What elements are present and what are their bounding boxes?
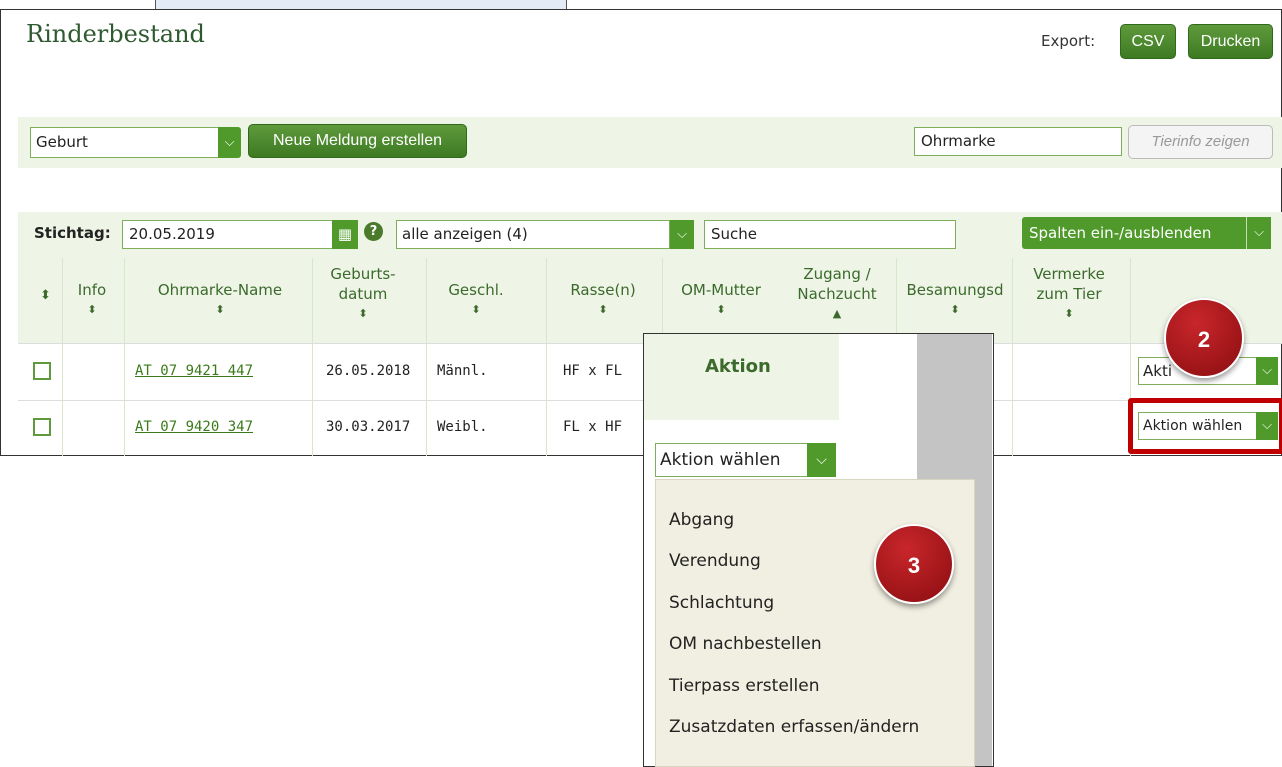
chevron-down-icon[interactable]: ⌵ [670, 220, 694, 249]
print-button[interactable]: Drucken [1188, 24, 1273, 59]
export-label: Export: [1041, 32, 1096, 50]
col-geschlecht[interactable]: Geschl. ⬍ [426, 280, 526, 320]
row-checkbox[interactable] [33, 362, 51, 380]
geburtsdatum-cell: 26.05.2018 [326, 363, 411, 379]
sort-icon[interactable]: ⬍ [666, 300, 776, 320]
col-vermerke[interactable]: Vermerke zum Tier ⬍ [1014, 264, 1124, 324]
col-divider [1012, 258, 1013, 456]
col-om-mutter[interactable]: OM-Mutter ⬍ [666, 280, 776, 320]
sort-icon[interactable]: ⬍ [312, 304, 414, 324]
col-label: Rasse(n) [570, 281, 636, 299]
sort-icon[interactable]: ⬍ [426, 300, 526, 320]
col-ohrmarke-name[interactable]: Ohrmarke-Name ⬍ [138, 280, 302, 320]
option-abgang[interactable]: Abgang [669, 510, 734, 530]
step-badge-3: 3 [874, 524, 954, 604]
stichtag-label: Stichtag: [34, 224, 111, 242]
new-report-button[interactable]: Neue Meldung erstellen [248, 124, 467, 158]
col-info[interactable]: Info ⬍ [72, 280, 112, 320]
ohrmarke-input[interactable]: Ohrmarke [914, 127, 1122, 156]
option-schlachtung[interactable]: Schlachtung [669, 593, 774, 613]
option-zusatzdaten[interactable]: Zusatzdaten erfassen/ändern [669, 717, 919, 737]
col-label-line2: zum Tier [1036, 285, 1102, 303]
geschlecht-cell: Weibl. [437, 419, 488, 435]
col-label: Besamungsd [906, 281, 1004, 299]
chevron-down-icon[interactable]: ⌵ [1246, 217, 1271, 249]
calendar-icon[interactable]: ▦ [332, 220, 358, 249]
col-label: OM-Mutter [681, 281, 761, 299]
col-rasse[interactable]: Rasse(n) ⬍ [548, 280, 658, 320]
option-tierpass-erstellen[interactable]: Tierpass erstellen [669, 676, 819, 696]
geschlecht-cell: Männl. [437, 363, 488, 379]
aktion-select-open[interactable]: Aktion wählen [655, 443, 808, 477]
dropdown-header: Aktion [705, 356, 771, 377]
col-divider [62, 258, 63, 456]
geburtsdatum-cell: 30.03.2017 [326, 419, 411, 435]
filter-select[interactable]: alle anzeigen (4) [396, 220, 670, 249]
sort-up-icon[interactable]: ▲ [784, 304, 890, 324]
col-besamungsdatum[interactable]: Besamungsd ⬍ [900, 280, 1010, 320]
search-input[interactable]: Suche [704, 220, 956, 249]
chevron-down-icon[interactable]: ⌵ [1256, 412, 1278, 440]
col-divider [546, 258, 547, 456]
tierinfo-button[interactable]: Tierinfo zeigen [1128, 125, 1273, 159]
page-title: Rinderbestand [26, 20, 205, 48]
chevron-down-icon[interactable]: ⌵ [218, 127, 241, 158]
rasse-cell: HF x FL [563, 363, 623, 379]
col-geburtsdatum[interactable]: Geburts- datum ⬍ [312, 264, 414, 324]
select-all-sort-icon[interactable]: ⬍ [40, 288, 51, 303]
sort-icon[interactable]: ⬍ [548, 300, 658, 320]
col-label: Geburts- [330, 265, 396, 283]
col-divider [426, 258, 427, 456]
col-label: Ohrmarke-Name [157, 281, 283, 299]
sort-icon[interactable]: ⬍ [138, 300, 302, 320]
help-icon[interactable]: ? [364, 222, 383, 241]
stichtag-input[interactable]: 20.05.2019 [122, 220, 333, 249]
csv-button[interactable]: CSV [1120, 24, 1176, 59]
col-label: Vermerke [1033, 265, 1105, 283]
ohrmarke-link[interactable]: AT 07 9421 447 [135, 363, 253, 379]
option-om-nachbestellen[interactable]: OM nachbestellen [669, 634, 822, 654]
col-zugang[interactable]: Zugang / Nachzucht ▲ [784, 264, 890, 324]
chevron-down-icon[interactable]: ⌵ [807, 443, 836, 477]
columns-toggle-button[interactable]: Spalten ein-/ausblenden [1022, 217, 1271, 249]
step-badge-2: 2 [1164, 298, 1244, 378]
sort-icon[interactable]: ⬍ [900, 300, 1010, 320]
sort-icon[interactable]: ⬍ [72, 300, 112, 320]
sort-icon[interactable]: ⬍ [1014, 304, 1124, 324]
option-verendung[interactable]: Verendung [669, 551, 761, 571]
ohrmarke-link[interactable]: AT 07 9420 347 [135, 419, 253, 435]
chevron-down-icon[interactable]: ⌵ [1256, 357, 1278, 385]
col-label-line2: datum [338, 285, 388, 303]
aktion-select[interactable]: Aktion wählen [1138, 412, 1257, 440]
meldung-select[interactable]: Geburt [30, 127, 220, 158]
dropdown-header-bg [644, 334, 839, 420]
col-label-line2: Nachzucht [797, 285, 877, 303]
col-label: Info [77, 281, 107, 299]
rasse-cell: FL x HF [563, 419, 623, 435]
col-label: Zugang / [803, 265, 871, 283]
col-divider [312, 258, 313, 456]
row-checkbox[interactable] [33, 418, 51, 436]
col-label: Geschl. [448, 281, 504, 299]
col-divider [124, 258, 125, 456]
